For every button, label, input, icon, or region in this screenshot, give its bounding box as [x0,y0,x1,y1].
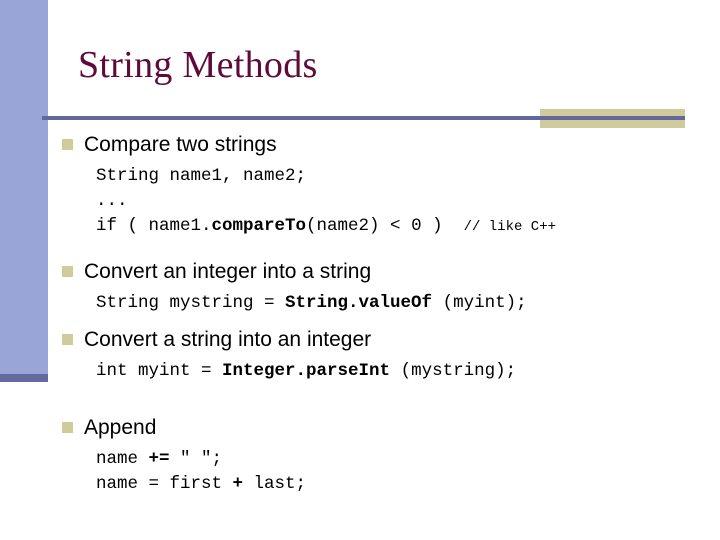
code-text: last; [243,474,307,494]
bullet-item: Convert a string into an integer [0,326,720,353]
bullet-label: Convert a string into an integer [84,328,372,351]
slide: String Methods Compare two strings String… [0,0,720,540]
code-comment: // like C++ [463,219,556,235]
bullet-square-icon [62,334,73,345]
code-keyword: + [232,474,244,494]
bullet-square-icon [62,422,73,433]
code-text: int myint = [96,361,223,381]
code-text: (name2) < 0 ) [306,216,464,236]
code-text: name = first [96,474,233,494]
code-text: " "; [169,449,223,469]
code-line: if ( name1.compareTo(name2) < 0 ) // lik… [0,214,720,240]
bullet-item: Convert an integer into a string [0,258,720,285]
code-line: ... [0,189,720,214]
code-block: int myint = Integer.parseInt (mystring); [0,359,720,384]
bullet-square-icon [62,266,73,277]
code-line: String name1, name2; [0,164,720,189]
bullet-item: Compare two strings [0,131,720,158]
code-text: if ( name1. [96,216,212,236]
title-divider-rule [42,116,685,120]
code-text: String name1, name2; [96,166,307,186]
slide-body: Compare two strings String name1, name2;.… [0,131,720,515]
bullet-square-icon [62,139,73,150]
bullet-label: Convert an integer into a string [84,260,372,283]
code-text: String mystring = [96,293,286,313]
code-text: (myint); [432,293,527,313]
code-block: String mystring = String.valueOf (myint)… [0,291,720,316]
code-keyword: += [148,449,170,469]
code-text: (mystring); [390,361,517,381]
code-line: name = first + last; [0,472,720,497]
code-block: String name1, name2;... if ( name1.compar… [0,164,720,240]
bullet-label: Append [84,416,157,439]
code-line: int myint = Integer.parseInt (mystring); [0,359,720,384]
code-keyword: String.valueOf [285,293,433,313]
code-text: name [96,449,149,469]
bullet-label: Compare two strings [84,133,277,156]
code-keyword: Integer.parseInt [222,361,391,381]
code-block: name += " "; name = first + last; [0,447,720,497]
code-line: String mystring = String.valueOf (myint)… [0,291,720,316]
code-line: name += " "; [0,447,720,472]
slide-title: String Methods [78,44,318,86]
code-text: ... [96,191,128,211]
bullet-item: Append [0,414,720,441]
code-keyword: compareTo [211,216,307,236]
